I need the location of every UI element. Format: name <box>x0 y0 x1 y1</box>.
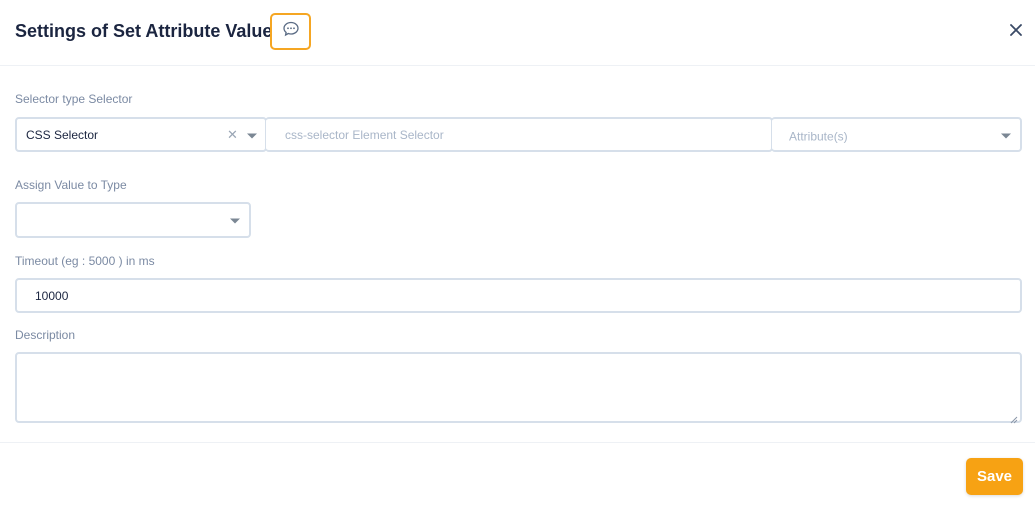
chevron-down-icon <box>247 133 257 138</box>
attribute-select[interactable]: Attribute(s) <box>771 117 1022 152</box>
dialog-footer: Save <box>0 442 1035 507</box>
selector-type-value: CSS Selector <box>26 127 99 142</box>
clear-icon[interactable]: ✕ <box>227 127 238 140</box>
dialog-title: Settings of Set Attribute Value <box>15 21 273 41</box>
assign-type-select[interactable] <box>15 202 251 238</box>
timeout-label: Timeout (eg : 5000 ) in ms <box>15 254 155 268</box>
chevron-down-icon <box>230 218 240 224</box>
chevron-down-icon <box>1001 133 1011 138</box>
selector-label: Selector type Selector <box>15 92 133 106</box>
selector-type-select[interactable]: CSS Selector ✕ <box>15 117 267 152</box>
attribute-placeholder: Attribute(s) <box>789 128 848 143</box>
element-selector-placeholder: css-selector Element Selector <box>285 127 444 142</box>
assign-label: Assign Value to Type <box>15 178 127 192</box>
close-icon <box>1010 23 1022 41</box>
comment-icon <box>282 20 300 43</box>
settings-dialog: Settings of Set Attribute Value Selector… <box>0 0 1035 507</box>
save-button[interactable]: Save <box>966 458 1023 495</box>
close-button[interactable] <box>1007 23 1025 41</box>
element-selector-input[interactable]: css-selector Element Selector <box>265 117 773 152</box>
comment-button[interactable] <box>270 13 311 50</box>
dialog-header: Settings of Set Attribute Value <box>0 0 1035 66</box>
timeout-value: 10000 <box>35 288 69 303</box>
description-label: Description <box>15 328 76 342</box>
timeout-input[interactable]: 10000 <box>15 278 1022 313</box>
description-textarea[interactable] <box>15 352 1022 424</box>
resize-handle-icon[interactable] <box>1010 411 1018 424</box>
